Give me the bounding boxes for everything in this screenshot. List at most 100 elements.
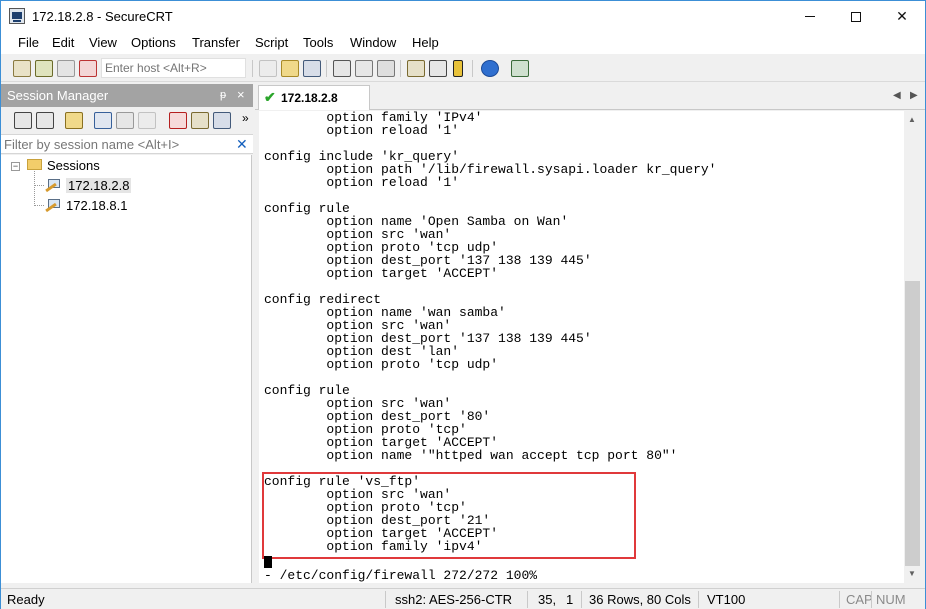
find-session-icon[interactable]: [213, 112, 231, 129]
global-options-icon[interactable]: [429, 60, 447, 77]
more-tools-icon[interactable]: »: [242, 111, 249, 125]
session-filter-input[interactable]: Filter by session name <Alt+I>: [4, 137, 179, 152]
highlight-box: [262, 472, 636, 559]
status-ready: Ready: [7, 592, 45, 607]
session-manager-close-icon[interactable]: ×: [237, 87, 245, 102]
menu-script[interactable]: Script: [255, 35, 288, 50]
scrollbar-thumb[interactable]: [905, 281, 920, 566]
vi-status-line: - /etc/config/firewall 272/272 100%: [264, 568, 538, 583]
tab-scroll-right-icon[interactable]: ▶: [910, 90, 918, 101]
status-divider: [385, 591, 386, 608]
securecrt-app-icon[interactable]: [9, 8, 25, 24]
enter-host-input[interactable]: [101, 58, 246, 78]
terminal-line: option target 'ACCEPT': [264, 266, 499, 281]
status-encryption: ssh2: AES-256-CTR: [395, 592, 513, 607]
title-bar: 172.18.2.8 - SecureCRT ✕: [1, 1, 925, 32]
tab-label: 172.18.2.8: [281, 91, 338, 105]
menu-file[interactable]: File: [18, 35, 39, 50]
toolbar-separator: [252, 60, 253, 77]
main-toolbar: [1, 55, 925, 82]
status-divider: [839, 591, 840, 608]
terminal-scrollbar[interactable]: ▲ ▼: [904, 111, 921, 583]
session-tree: − Sessions 172.18.2.8 172.18.8.1: [1, 155, 252, 583]
securecrt-window: 172.18.2.8 - SecureCRT ✕ File Edit View …: [0, 0, 926, 609]
session-tab-strip: ✔ 172.18.2.8 ◀ ▶: [255, 84, 925, 110]
print-icon[interactable]: [333, 60, 351, 77]
session-filter[interactable]: Filter by session name <Alt+I> ✕: [1, 134, 253, 154]
status-divider: [527, 591, 528, 608]
close-button[interactable]: ✕: [879, 1, 925, 32]
delete-icon[interactable]: [169, 112, 187, 129]
pin-icon[interactable]: ᵽ: [220, 89, 226, 101]
menu-view[interactable]: View: [89, 35, 117, 50]
menu-options[interactable]: Options: [131, 35, 176, 50]
print-setup-icon[interactable]: [355, 60, 373, 77]
terminal-view[interactable]: option family 'IPv4' option reload '1' co…: [259, 111, 904, 583]
status-num: NUM: [876, 592, 906, 607]
status-divider: [581, 591, 582, 608]
toolbar-separator: [400, 60, 401, 77]
status-size: 36 Rows, 80 Cols: [589, 592, 691, 607]
minimize-icon: [805, 16, 815, 17]
new-folder-icon[interactable]: [65, 112, 83, 129]
connect-in-tab-icon[interactable]: [57, 60, 75, 77]
terminal-line: option reload '1': [264, 123, 460, 138]
status-caps: CAP: [846, 592, 873, 607]
find-icon[interactable]: [303, 60, 321, 77]
tree-session-item[interactable]: 172.18.8.1: [66, 198, 127, 213]
copy-icon[interactable]: [259, 60, 277, 77]
session-options-icon[interactable]: [407, 60, 425, 77]
terminal-line: option reload '1': [264, 175, 460, 190]
disconnect-icon[interactable]: [79, 60, 97, 77]
session-manager-toolbar: »: [1, 107, 253, 134]
toolbar-separator: [472, 60, 473, 77]
tab-172-18-2-8[interactable]: ✔ 172.18.2.8: [258, 85, 370, 110]
copy-session-icon[interactable]: [116, 112, 134, 129]
menu-window[interactable]: Window: [350, 35, 396, 50]
status-divider: [871, 591, 872, 608]
menu-bar: File Edit View Options Transfer Script T…: [1, 32, 925, 54]
tree-session-item[interactable]: 172.18.2.8: [66, 178, 132, 193]
terminal-cursor: [264, 556, 272, 568]
sftp-icon[interactable]: [511, 60, 529, 77]
clear-filter-icon[interactable]: ✕: [236, 136, 248, 153]
window-title: 172.18.2.8 - SecureCRT: [32, 9, 173, 24]
status-emulation: VT100: [707, 592, 746, 607]
quick-connect-icon[interactable]: [35, 60, 53, 77]
scroll-up-icon[interactable]: ▲: [908, 115, 916, 124]
tab-scroll-left-icon[interactable]: ◀: [893, 90, 901, 101]
terminal-line: option proto 'tcp udp': [264, 357, 499, 372]
paste-icon[interactable]: [281, 60, 299, 77]
session-manager-header: Session Manager ᵽ ×: [1, 84, 253, 107]
menu-edit[interactable]: Edit: [52, 35, 74, 50]
status-bar: Ready ssh2: AES-256-CTR 35, 1 36 Rows, 8…: [1, 588, 925, 609]
session-icon: [45, 199, 61, 213]
tree-root-sessions[interactable]: Sessions: [47, 158, 100, 173]
menu-transfer[interactable]: Transfer: [192, 35, 240, 50]
connect-session-icon[interactable]: [14, 112, 32, 129]
menu-tools[interactable]: Tools: [303, 35, 333, 50]
maximize-icon: [851, 11, 861, 22]
toolbar-separator: [326, 60, 327, 77]
minimize-button[interactable]: [787, 1, 833, 32]
session-manager-title: Session Manager: [7, 88, 109, 103]
paste-session-icon[interactable]: [138, 112, 156, 129]
help-icon[interactable]: [481, 60, 499, 77]
scroll-down-icon[interactable]: ▼: [908, 569, 916, 578]
terminal-line: option name '"httped wan accept tcp port…: [264, 448, 678, 463]
connect-in-tab-icon[interactable]: [36, 112, 54, 129]
collapse-icon[interactable]: −: [11, 162, 20, 171]
connect-icon[interactable]: [13, 60, 31, 77]
menu-help[interactable]: Help: [412, 35, 439, 50]
tree-line: [34, 171, 44, 186]
tree-line: [34, 185, 44, 206]
maximize-button[interactable]: [833, 1, 879, 32]
properties-icon[interactable]: [191, 112, 209, 129]
status-row: 35,: [538, 592, 557, 607]
cut-icon[interactable]: [94, 112, 112, 129]
keymap-icon[interactable]: [453, 60, 463, 77]
status-divider: [698, 591, 699, 608]
close-icon: ✕: [896, 8, 908, 24]
log-session-icon[interactable]: [377, 60, 395, 77]
connected-check-icon: ✔: [264, 89, 276, 105]
